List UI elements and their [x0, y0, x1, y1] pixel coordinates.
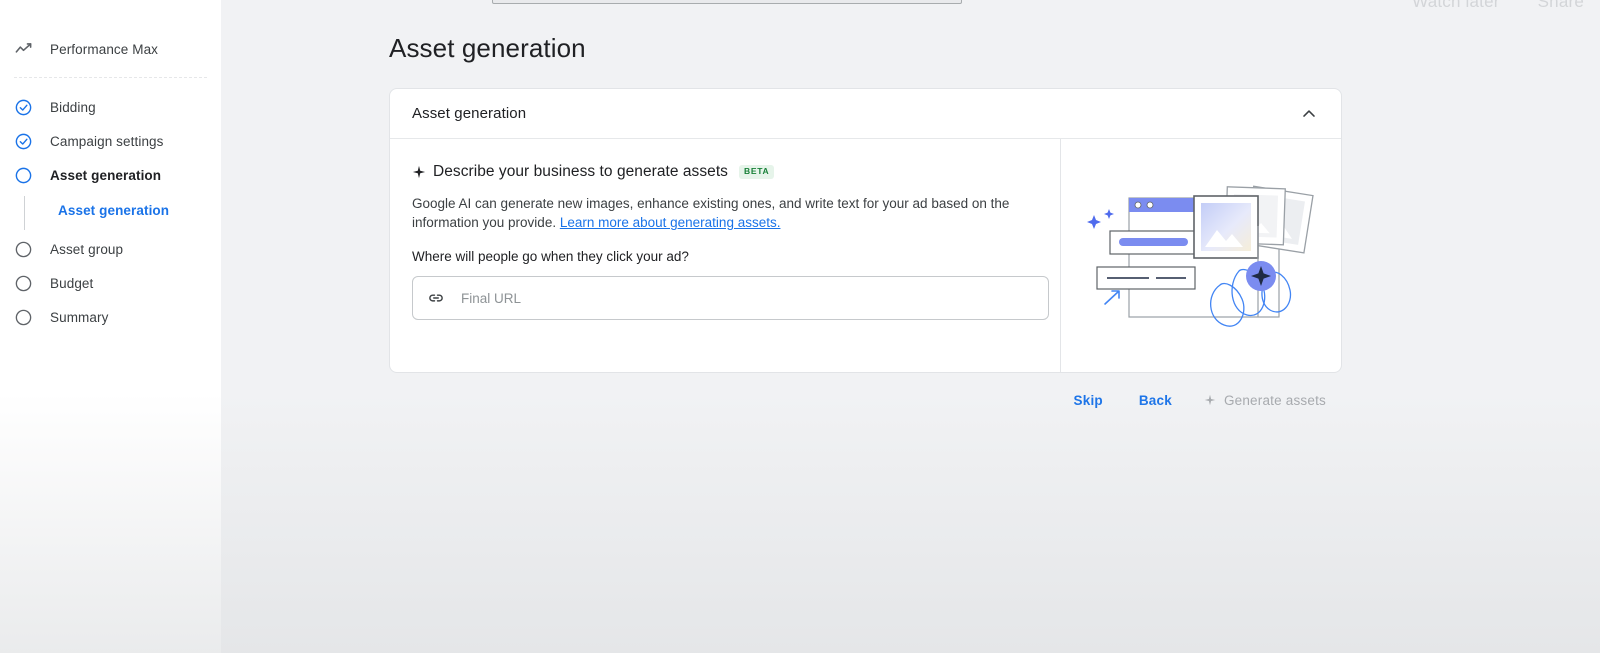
- circle-icon: [14, 308, 33, 327]
- section-heading-row: Describe your business to generate asset…: [412, 163, 1038, 181]
- card-body-right: [1060, 139, 1341, 372]
- section-description: Google AI can generate new images, enhan…: [412, 194, 1012, 232]
- back-button[interactable]: Back: [1123, 384, 1188, 417]
- sidebar-item-performance-max[interactable]: Performance Max: [0, 32, 221, 66]
- circle-icon: [14, 166, 33, 185]
- sidebar-item-label: Budget: [50, 276, 93, 291]
- main-content: Asset generation Asset generation: [221, 0, 1600, 653]
- sidebar-item-asset-group[interactable]: Asset group: [0, 232, 221, 266]
- card-header-title: Asset generation: [412, 105, 526, 122]
- asset-generation-illustration: [1076, 163, 1326, 348]
- generate-assets-button[interactable]: Generate assets: [1192, 384, 1342, 417]
- sidebar-item-label: Campaign settings: [50, 134, 164, 149]
- circle-icon: [14, 240, 33, 259]
- sidebar-item-budget[interactable]: Budget: [0, 266, 221, 300]
- skip-button[interactable]: Skip: [1058, 384, 1119, 417]
- generate-assets-label: Generate assets: [1224, 393, 1326, 408]
- trending-up-icon: [14, 40, 33, 59]
- final-url-field[interactable]: [412, 276, 1049, 320]
- sidebar-item-asset-generation[interactable]: Asset generation: [0, 158, 221, 192]
- sidebar-item-summary[interactable]: Summary: [0, 300, 221, 334]
- sidebar-item-campaign-settings[interactable]: Campaign settings: [0, 124, 221, 158]
- sidebar-item-label: Asset generation: [50, 168, 161, 183]
- check-circle-icon: [14, 132, 33, 151]
- card-body-left: Describe your business to generate asset…: [390, 139, 1060, 372]
- sidebar-item-label: Summary: [50, 310, 108, 325]
- sidebar-subitem-label: Asset generation: [58, 203, 169, 218]
- status-badge: BETA: [739, 165, 774, 178]
- sidebar-campaign-label: Performance Max: [50, 42, 158, 57]
- sparkle-icon: [1204, 394, 1216, 406]
- card-actions: Skip Back Generate assets: [389, 380, 1342, 420]
- sidebar-divider: [14, 77, 207, 78]
- final-url-input[interactable]: [459, 290, 1034, 307]
- sparkle-icon: [412, 165, 426, 179]
- page-title: Asset generation: [389, 33, 586, 64]
- link-icon: [427, 289, 445, 307]
- circle-icon: [14, 274, 33, 293]
- sidebar: Performance Max Bidding Campaign setting…: [0, 0, 221, 653]
- app-root: Watch later Share Performance Max Bi: [0, 0, 1600, 653]
- learn-more-link[interactable]: Learn more about generating assets.: [560, 215, 781, 230]
- check-circle-icon: [14, 98, 33, 117]
- sidebar-subnav: Asset generation: [0, 194, 221, 226]
- chevron-up-icon[interactable]: [1298, 103, 1320, 125]
- card-body: Describe your business to generate asset…: [390, 139, 1341, 372]
- sidebar-subitem-asset-generation[interactable]: Asset generation: [24, 194, 221, 226]
- sidebar-item-label: Bidding: [50, 100, 96, 115]
- asset-generation-card: Asset generation: [389, 88, 1342, 373]
- section-heading: Describe your business to generate asset…: [433, 163, 728, 181]
- sidebar-item-label: Asset group: [50, 242, 123, 257]
- sidebar-item-bidding[interactable]: Bidding: [0, 90, 221, 124]
- card-header[interactable]: Asset generation: [390, 89, 1341, 138]
- final-url-question-label: Where will people go when they click you…: [412, 249, 1038, 264]
